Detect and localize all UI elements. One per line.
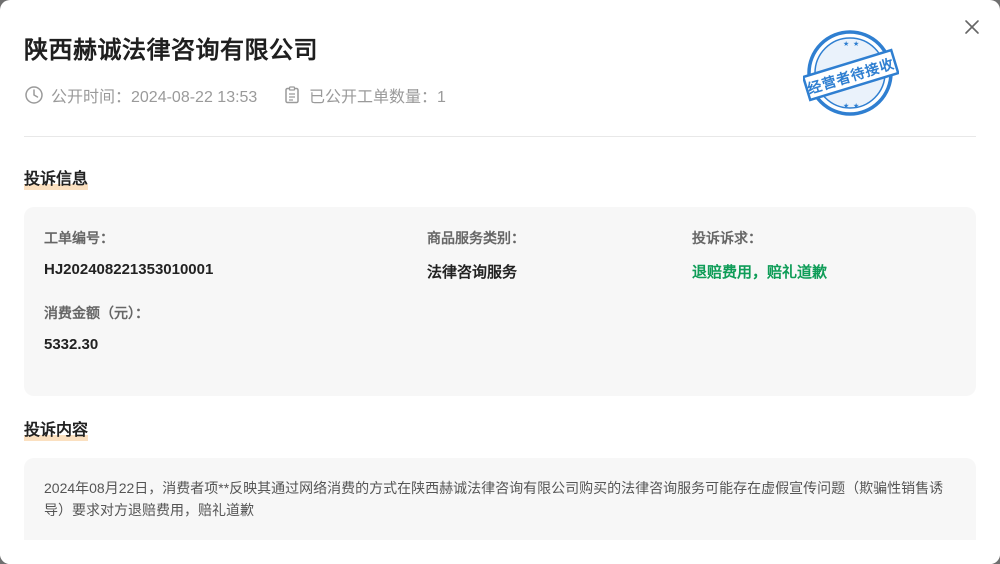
ticket-number-label: 工单编号： (44, 230, 114, 246)
svg-text:★: ★ (843, 40, 849, 48)
svg-text:★: ★ (853, 40, 859, 48)
consumption-amount-label: 消费金额（元）： (44, 305, 149, 321)
complaint-info-card: 工单编号： HJ20240822135301000​1 商品服务类别： 法律咨询… (24, 207, 976, 396)
complaint-content-text: 2024年08月22日，消费者项**反映其通过网络消费的方式在陕西赫诚法律咨询有… (44, 480, 944, 518)
clock-icon (25, 86, 43, 104)
svg-text:★: ★ (853, 102, 859, 110)
modal-bottom-edge (0, 540, 1000, 564)
service-category-value: 法律咨询服务 (427, 264, 518, 281)
publish-time-text: 公开时间：2024-08-22 13:53 (51, 89, 258, 106)
service-category-label: 商品服务类别： (427, 230, 525, 246)
public-ticket-count: 已公开工单数量：1 (282, 83, 446, 107)
service-category-field: 商品服务类别： 法律咨询服务 (427, 228, 525, 282)
consumption-amount-value: 5332.30 (44, 336, 99, 353)
complaint-info-title: 投诉信息 (24, 165, 89, 190)
close-icon[interactable] (960, 15, 984, 39)
ticket-number-field: 工单编号： HJ20240822135301000​1 (44, 228, 213, 278)
header-divider (24, 136, 976, 137)
status-stamp: ★ ★ ★ ★ 经营者待接收 (803, 30, 899, 116)
publish-time: 公开时间：2024-08-22 13:53 (24, 83, 257, 107)
ticket-number-value: HJ20240822135301000​1 (44, 261, 214, 278)
svg-text:★: ★ (843, 102, 849, 110)
public-count-text: 已公开工单数量：1 (309, 89, 446, 106)
complaint-content-title: 投诉内容 (24, 416, 89, 441)
company-name: 陕西赫诚法律咨询有限公司 (24, 37, 318, 64)
complaint-demand-label: 投诉诉求： (692, 230, 762, 246)
complaint-demand-value: 退赔费用，赔礼道歉 (692, 264, 828, 281)
clipboard-icon (285, 86, 299, 104)
consumption-amount-field: 消费金额（元）： 5332.30 (44, 303, 149, 353)
complaint-demand-field: 投诉诉求： 退赔费用，赔礼道歉 (692, 228, 827, 282)
complaint-detail-modal: 陕西赫诚法律咨询有限公司 公开时间：2024-08-22 13:53 已公开工单… (0, 0, 1000, 564)
